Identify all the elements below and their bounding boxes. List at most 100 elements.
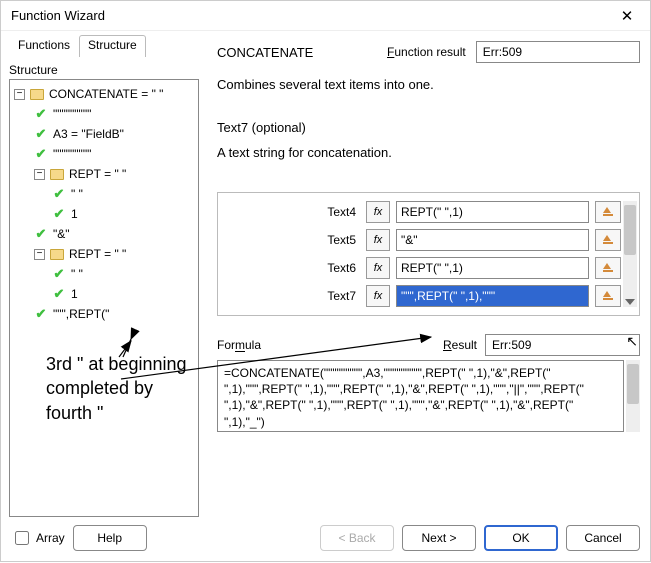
chevron-down-icon[interactable] — [625, 299, 635, 305]
tree-row[interactable]: − REPT = " " — [12, 244, 196, 264]
tree-row[interactable]: ✔ """"""""" — [12, 104, 196, 124]
array-label: Array — [36, 531, 65, 545]
result-label: Result — [443, 338, 477, 352]
check-icon: ✔ — [52, 206, 66, 222]
ok-button[interactable]: OK — [484, 525, 558, 551]
tree-label: REPT = " " — [69, 167, 126, 181]
tree-row[interactable]: ✔ """"""""" — [12, 144, 196, 164]
check-icon: ✔ — [34, 126, 48, 142]
tree-label: " " — [71, 267, 83, 281]
next-button[interactable]: Next > — [402, 525, 476, 551]
tree-row[interactable]: ✔ " " — [12, 264, 196, 284]
arg-row: Text4 fx — [224, 201, 621, 223]
formula-label: Formula — [217, 338, 435, 352]
shrink-icon — [603, 291, 613, 301]
arg-label: Text7 — [224, 289, 360, 303]
tree-row[interactable]: ✔ 1 — [12, 204, 196, 224]
result-box: Err:509 — [485, 334, 640, 356]
arg-label: Text6 — [224, 261, 360, 275]
tree-row[interactable]: ✔ " " — [12, 184, 196, 204]
tree-label: CONCATENATE = " " — [49, 87, 163, 101]
tree-label: A3 = "FieldB" — [53, 127, 124, 141]
arg-label: Text5 — [224, 233, 360, 247]
formula-scrollbar[interactable] — [626, 360, 640, 432]
array-checkbox-input[interactable] — [15, 531, 29, 545]
tree-row[interactable]: ✔ """,REPT(" — [12, 304, 196, 324]
shrink-button[interactable] — [595, 201, 621, 223]
tree-label: """"""""" — [53, 147, 91, 161]
function-name: CONCATENATE — [217, 45, 377, 60]
tree-label: 1 — [71, 207, 78, 221]
annotation-text: 3rd " at beginning completed by fourth " — [46, 352, 196, 425]
help-button[interactable]: Help — [73, 525, 147, 551]
tab-functions[interactable]: Functions — [9, 35, 79, 57]
shrink-icon — [603, 263, 613, 273]
fx-button[interactable]: fx — [366, 285, 390, 307]
check-icon: ✔ — [34, 226, 48, 242]
scroll-thumb[interactable] — [624, 205, 636, 255]
tree-row[interactable]: − REPT = " " — [12, 164, 196, 184]
arg-row: Text5 fx — [224, 229, 621, 251]
collapse-icon[interactable]: − — [14, 89, 25, 100]
scroll-thumb[interactable] — [627, 364, 639, 404]
tree-label: """,REPT(" — [53, 307, 109, 321]
check-icon: ✔ — [34, 146, 48, 162]
arg-input-text4[interactable] — [396, 201, 589, 223]
shrink-button[interactable] — [595, 229, 621, 251]
tree-row[interactable]: − CONCATENATE = " " — [12, 84, 196, 104]
arg-label: Text4 — [224, 205, 360, 219]
formula-input[interactable] — [217, 360, 624, 432]
tree-label: """"""""" — [53, 107, 91, 121]
check-icon: ✔ — [52, 286, 66, 302]
arg-input-text5[interactable] — [396, 229, 589, 251]
cancel-button[interactable]: Cancel — [566, 525, 640, 551]
tree-row[interactable]: ✔ A3 = "FieldB" — [12, 124, 196, 144]
arg-help: A text string for concatenation. — [217, 145, 640, 160]
array-checkbox[interactable]: Array — [11, 528, 65, 548]
function-result-box: Err:509 — [476, 41, 640, 63]
arg-name: Text7 (optional) — [217, 120, 640, 135]
shrink-icon — [603, 235, 613, 245]
tree-label: REPT = " " — [69, 247, 126, 261]
check-icon: ✔ — [34, 306, 48, 322]
function-description: Combines several text items into one. — [217, 77, 640, 92]
arg-row: Text7 fx — [224, 285, 621, 307]
collapse-icon[interactable]: − — [34, 249, 45, 260]
cursor-icon: ↖ — [626, 333, 638, 350]
tree-row[interactable]: ✔ "&" — [12, 224, 196, 244]
window-title: Function Wizard — [11, 8, 105, 23]
arg-input-text6[interactable] — [396, 257, 589, 279]
left-pane: Functions Structure Structure − CONCATEN… — [9, 35, 199, 517]
collapse-icon[interactable]: − — [34, 169, 45, 180]
shrink-icon — [603, 207, 613, 217]
button-bar: Array Help < Back Next > OK Cancel — [1, 517, 650, 561]
shrink-button[interactable] — [595, 285, 621, 307]
tree-label: " " — [71, 187, 83, 201]
args-scrollbar[interactable] — [623, 201, 637, 307]
close-icon[interactable]: ✕ — [612, 7, 642, 25]
tabs: Functions Structure — [9, 35, 199, 57]
folder-icon — [50, 249, 64, 260]
fx-button[interactable]: fx — [366, 201, 390, 223]
arg-input-text7[interactable] — [396, 285, 589, 307]
structure-tree[interactable]: − CONCATENATE = " " ✔ """"""""" ✔ A3 = "… — [9, 79, 199, 517]
tree-row[interactable]: ✔ 1 — [12, 284, 196, 304]
titlebar: Function Wizard ✕ — [1, 1, 650, 31]
folder-icon — [30, 89, 44, 100]
function-result-label: Function result — [387, 45, 466, 59]
structure-label: Structure — [9, 63, 199, 77]
back-button[interactable]: < Back — [320, 525, 394, 551]
check-icon: ✔ — [52, 266, 66, 282]
tree-label: "&" — [53, 227, 70, 241]
fx-button[interactable]: fx — [366, 229, 390, 251]
check-icon: ✔ — [34, 106, 48, 122]
arg-row: Text6 fx — [224, 257, 621, 279]
shrink-button[interactable] — [595, 257, 621, 279]
tab-structure[interactable]: Structure — [79, 35, 146, 57]
function-wizard-window: Function Wizard ✕ Functions Structure St… — [0, 0, 651, 562]
args-grid: Text4 fx Text5 fx Text6 fx — [217, 192, 640, 316]
right-pane: CONCATENATE Function result Err:509 Comb… — [199, 35, 640, 517]
fx-button[interactable]: fx — [366, 257, 390, 279]
check-icon: ✔ — [52, 186, 66, 202]
tree-label: 1 — [71, 287, 78, 301]
